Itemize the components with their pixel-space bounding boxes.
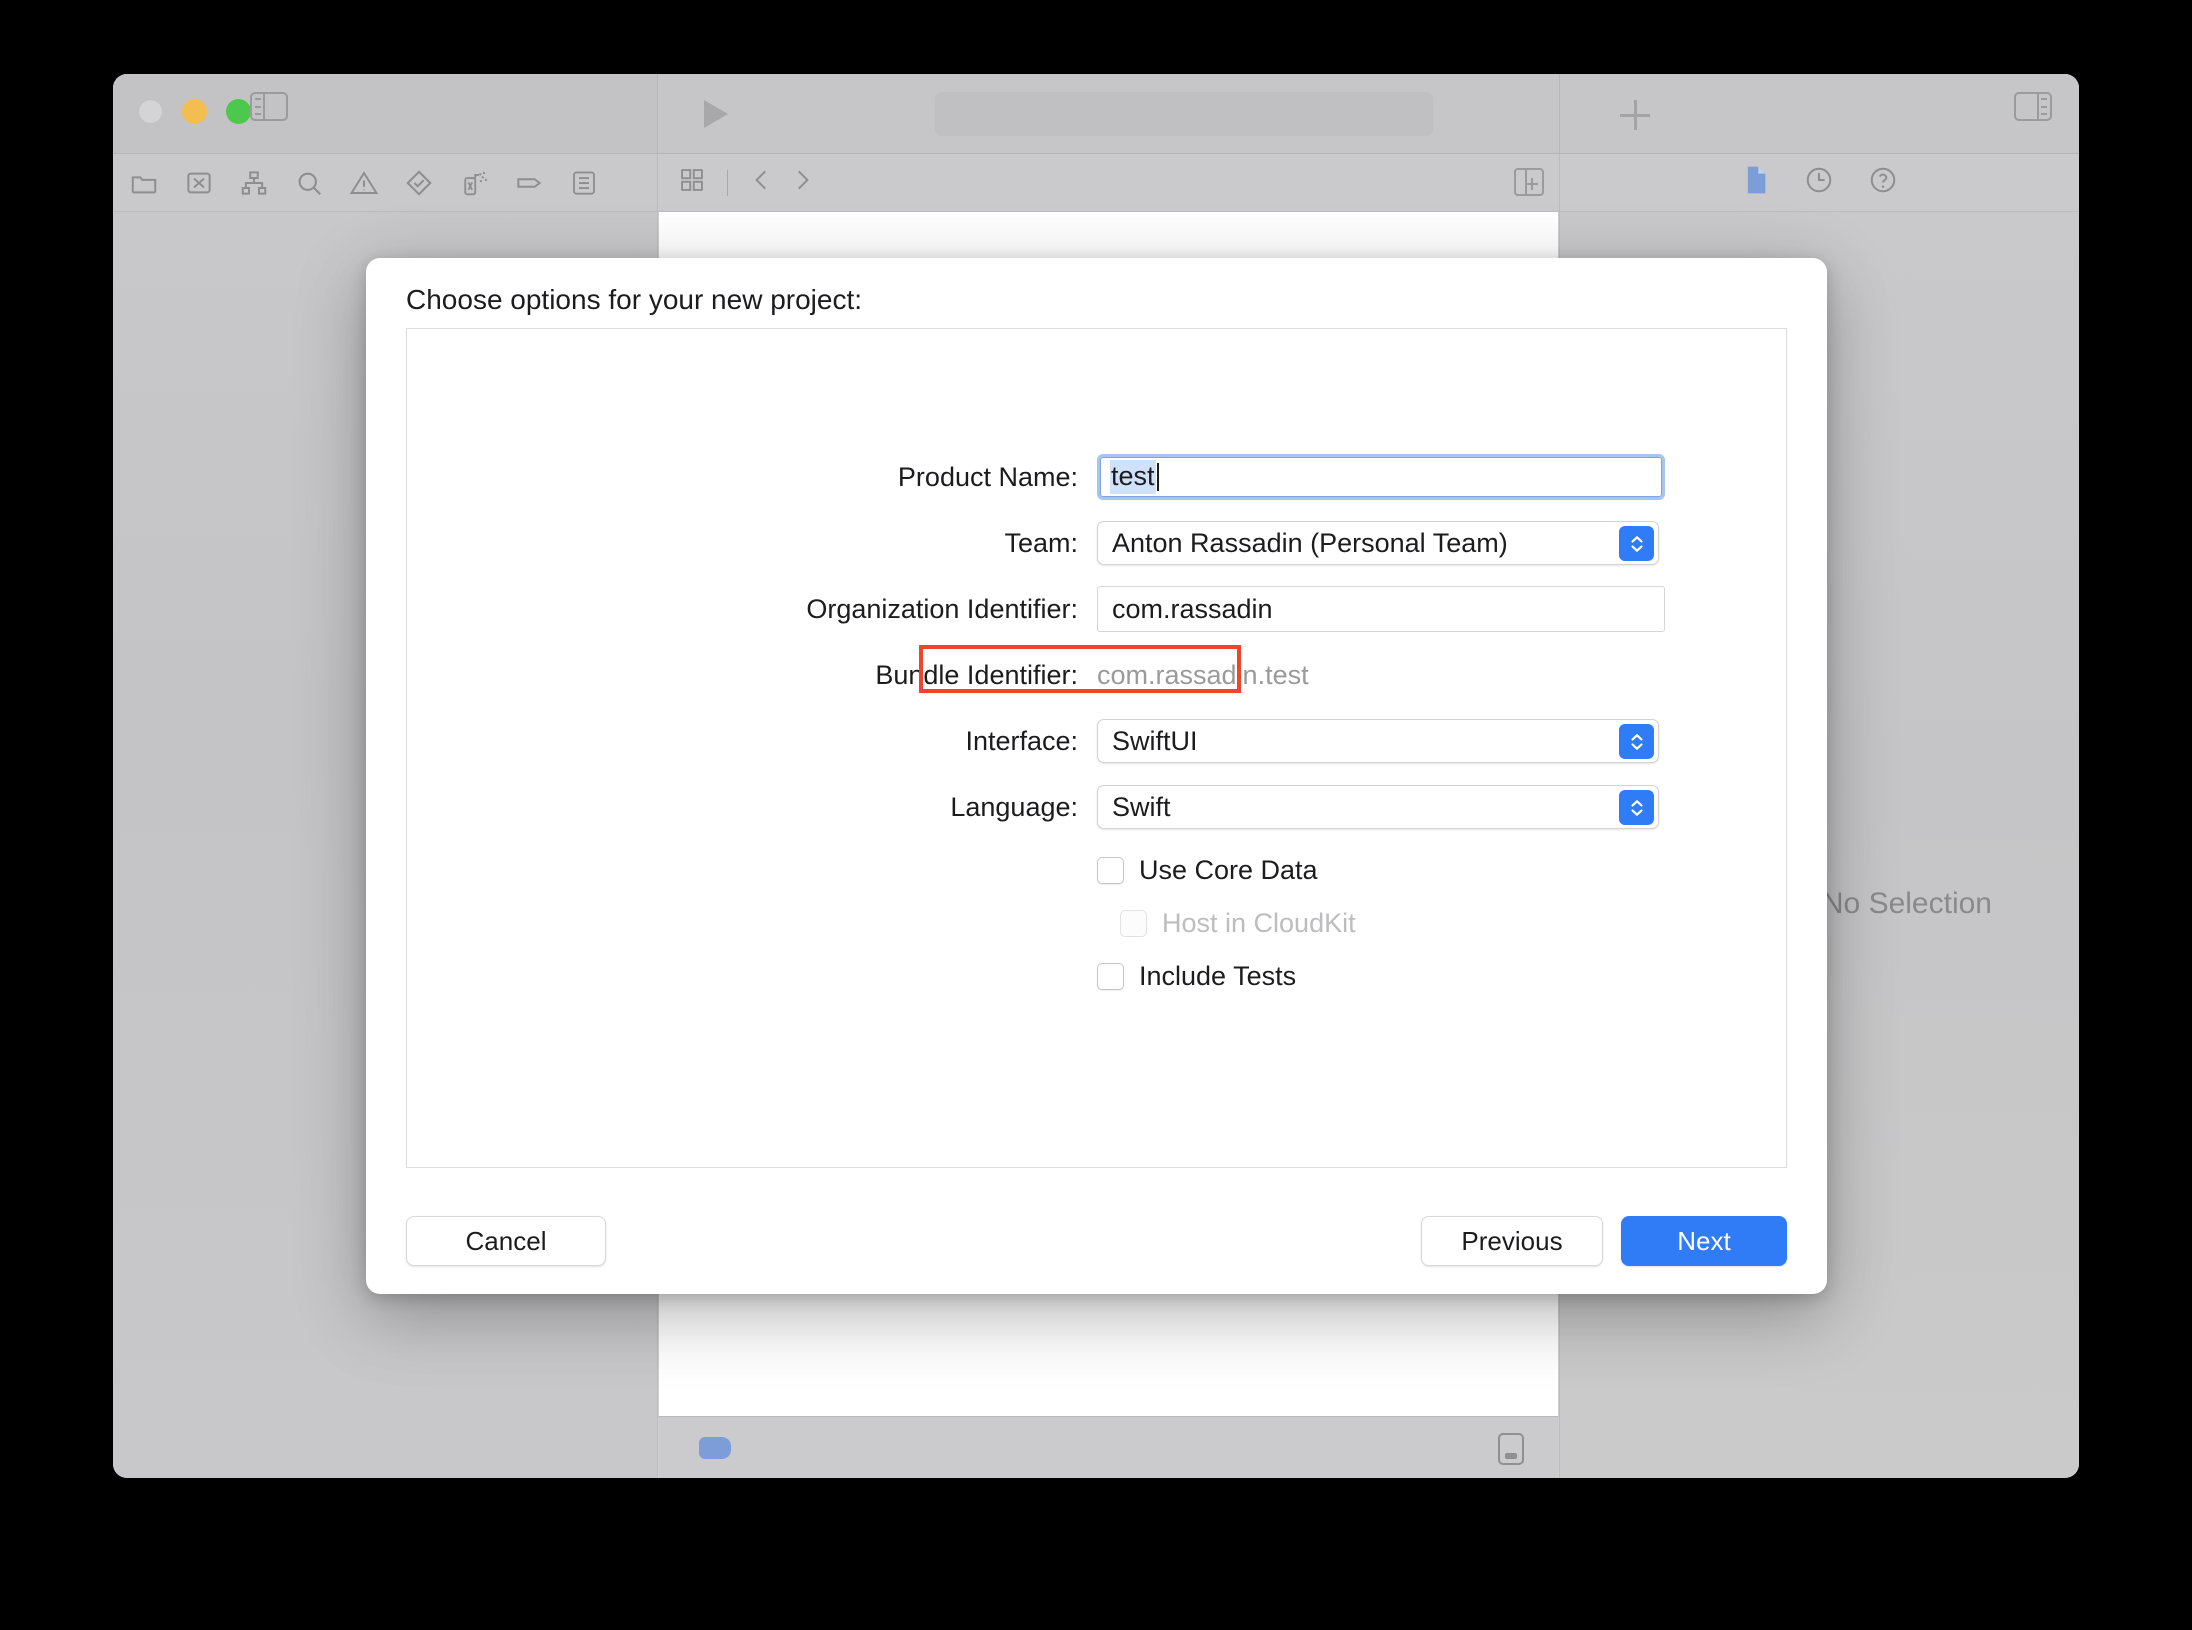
editor-bottom-bar (659, 1416, 1558, 1478)
secondary-toolbar (113, 154, 2079, 212)
product-name-input[interactable]: test (1097, 454, 1665, 500)
test-diamond-icon[interactable] (404, 168, 434, 198)
add-editor-plus (1526, 178, 1538, 190)
interface-label: Interface: (965, 725, 1078, 756)
bundle-identifier-annotation-box (919, 645, 1241, 693)
row-host-in-cloudkit: Host in CloudKit (407, 903, 1786, 943)
organization-identifier-label: Organization Identifier: (806, 593, 1078, 624)
chevron-updown-icon (1619, 526, 1654, 561)
add-button[interactable] (1620, 100, 1650, 130)
previous-button[interactable]: Previous (1421, 1216, 1603, 1266)
search-icon[interactable] (294, 168, 324, 198)
language-value: Swift (1112, 791, 1171, 822)
project-options-form: Product Name: test Team: Anton Rassadin … (407, 454, 1786, 1009)
host-in-cloudkit-checkbox (1120, 909, 1147, 937)
run-button[interactable] (704, 100, 728, 128)
inspector-no-selection-label: No Selection (1821, 887, 1992, 920)
console-toggle-icon[interactable] (1498, 1433, 1524, 1465)
sheet-title: Choose options for your new project: (406, 284, 863, 315)
row-product-name: Product Name: test (407, 454, 1786, 500)
sheet-footer: Cancel Previous Next (406, 1216, 1787, 1266)
debug-spray-icon[interactable] (459, 168, 489, 198)
traffic-lights (138, 99, 251, 124)
sidebar-toggle-icon[interactable] (250, 92, 288, 121)
next-button[interactable]: Next (1621, 1216, 1787, 1266)
screen: No Selection No Selection Choose options… (0, 0, 2192, 1630)
sheet-body: Product Name: test Team: Anton Rassadin … (406, 328, 1787, 1168)
team-value: Anton Rassadin (Personal Team) (1112, 527, 1508, 558)
minimize-window-button[interactable] (182, 99, 207, 124)
folder-icon[interactable] (129, 168, 159, 198)
activity-status-view (935, 92, 1433, 136)
include-tests-label: Include Tests (1139, 960, 1297, 991)
interface-popup-button[interactable]: SwiftUI (1097, 719, 1659, 763)
history-clock-icon[interactable] (1804, 165, 1834, 200)
source-control-icon[interactable] (184, 168, 214, 198)
cancel-button[interactable]: Cancel (406, 1216, 606, 1266)
use-core-data-checkbox[interactable] (1097, 856, 1124, 884)
filter-tag-icon[interactable] (699, 1437, 731, 1459)
organization-identifier-input[interactable]: com.rassadin (1097, 586, 1665, 632)
product-name-value: test (1110, 460, 1156, 494)
warning-triangle-icon[interactable] (349, 168, 379, 198)
row-bundle-identifier: Bundle Identifier: com.rassadin.test (407, 645, 1786, 698)
row-use-core-data: Use Core Data (407, 850, 1786, 890)
row-include-tests: Include Tests (407, 956, 1786, 996)
row-organization-identifier: Organization Identifier: com.rassadin (407, 586, 1786, 632)
window-toolbar (113, 74, 2079, 154)
jumpbar-divider (727, 169, 728, 196)
file-inspector-icon[interactable] (1742, 164, 1770, 201)
related-items-grid-icon[interactable] (678, 166, 706, 199)
inspector-tab-bar (1559, 154, 2079, 211)
row-team: Team: Anton Rassadin (Personal Team) (407, 520, 1786, 566)
quick-help-question-icon[interactable] (1868, 165, 1898, 200)
zoom-window-button[interactable] (226, 99, 251, 124)
team-label: Team: (1004, 527, 1078, 558)
navigator-tab-bar (113, 154, 658, 211)
interface-value: SwiftUI (1112, 725, 1198, 756)
report-list-icon[interactable] (569, 168, 599, 198)
inspector-toggle-icon[interactable] (2014, 92, 2052, 121)
team-popup-button[interactable]: Anton Rassadin (Personal Team) (1097, 521, 1659, 565)
text-caret (1156, 463, 1159, 491)
language-popup-button[interactable]: Swift (1097, 785, 1659, 829)
language-label: Language: (950, 791, 1078, 822)
include-tests-checkbox[interactable] (1097, 962, 1124, 990)
chevron-right-icon[interactable] (789, 165, 815, 200)
use-core-data-label: Use Core Data (1139, 854, 1318, 885)
organization-identifier-value: com.rassadin (1112, 593, 1273, 624)
inspector-lines (2041, 98, 2047, 115)
chevron-left-icon[interactable] (749, 165, 775, 200)
symbol-hierarchy-icon[interactable] (239, 168, 269, 198)
host-in-cloudkit-label: Host in CloudKit (1162, 907, 1356, 938)
row-language: Language: Swift (407, 784, 1786, 830)
product-name-label: Product Name: (897, 461, 1078, 492)
add-editor-icon[interactable] (1514, 168, 1544, 196)
breakpoint-tag-icon[interactable] (514, 168, 544, 198)
editor-jump-bar (659, 154, 1558, 211)
row-interface: Interface: SwiftUI (407, 718, 1786, 764)
new-project-options-sheet: Choose options for your new project: Pro… (366, 258, 1827, 1294)
sidebar-lines (255, 98, 261, 115)
close-window-button[interactable] (138, 99, 163, 124)
chevron-updown-icon (1619, 724, 1654, 759)
chevron-updown-icon (1619, 790, 1654, 825)
